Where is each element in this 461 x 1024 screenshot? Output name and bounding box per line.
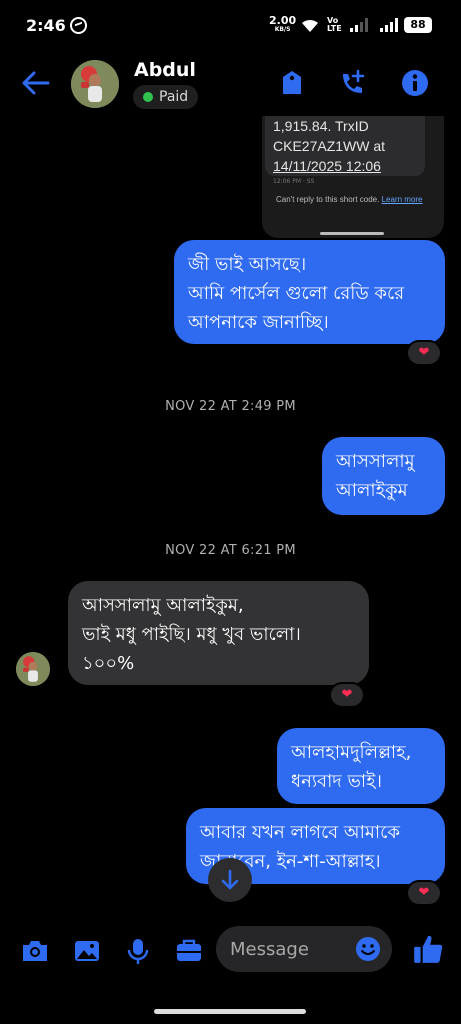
heart-reaction-icon[interactable]: ❤ (406, 340, 442, 366)
status-time: 2:46 (26, 16, 66, 35)
message-composer (0, 920, 461, 982)
sms-reply-note: Can't reply to this short code. Learn mo… (276, 195, 423, 204)
back-arrow-icon[interactable] (20, 69, 52, 97)
scroll-to-bottom-button[interactable] (208, 858, 252, 902)
home-indicator[interactable] (154, 1009, 306, 1014)
battery-indicator: 88 (404, 17, 432, 33)
camera-icon[interactable] (20, 936, 50, 966)
volte-indicator: Vo LTE (327, 16, 342, 33)
outgoing-message[interactable]: জী ভাই আসছে। আমি পার্সেল গুলো রেডি করে আ… (174, 240, 445, 344)
label-tag-icon[interactable] (277, 68, 307, 98)
info-icon[interactable] (400, 68, 430, 98)
paid-status-badge[interactable]: Paid (133, 85, 199, 109)
briefcase-icon[interactable] (174, 936, 204, 966)
thumbs-up-icon[interactable] (412, 932, 444, 966)
outgoing-message[interactable]: আলহামদুলিল্লাহ, ধন্যবাদ ভাই। (277, 728, 445, 804)
gallery-icon[interactable] (72, 936, 102, 966)
contact-avatar[interactable] (71, 60, 119, 108)
avatar-photo (16, 652, 50, 686)
add-call-icon[interactable] (338, 68, 368, 98)
outgoing-message[interactable]: আসসালামু আলাইকুম (322, 437, 445, 515)
arrow-down-icon (221, 869, 239, 890)
signal-strength-sim2-icon (380, 18, 398, 32)
message-timestamp: NOV 22 AT 2:49 PM (165, 399, 296, 414)
message-timestamp: NOV 22 AT 6:21 PM (165, 543, 296, 558)
incoming-message[interactable]: আসসালামু আলাইকুম, ভাই মধু পাইছি। মধু খুব… (68, 581, 369, 685)
shared-screenshot-image[interactable]: 1,915.84. TrxID CKE27AZ1WW at 14/11/2025… (262, 116, 444, 238)
sms-time: 12:06 PM · SS (273, 178, 315, 185)
heart-reaction-icon[interactable]: ❤ (406, 880, 442, 906)
emoji-icon[interactable] (355, 936, 381, 962)
contact-name[interactable]: Abdul (134, 59, 196, 81)
sms-screenshot-bubble: 1,915.84. TrxID CKE27AZ1WW at 14/11/2025… (265, 116, 425, 176)
status-dot (143, 92, 153, 102)
screenshot-nav-bar (320, 232, 384, 235)
signal-strength-sim1-icon (350, 18, 368, 32)
messenger-notification-icon (70, 17, 87, 34)
message-input[interactable] (230, 926, 350, 972)
avatar-photo (71, 60, 119, 108)
network-speed: 2.00 KB/S (269, 14, 297, 33)
heart-reaction-icon[interactable]: ❤ (329, 682, 365, 708)
status-bar: 2:46 2.00 KB/S Vo LTE 88 (0, 0, 461, 52)
sms-text: 1,915.84. TrxID CKE27AZ1WW at 14/11/2025… (273, 118, 386, 174)
message-input-container[interactable] (216, 926, 392, 972)
sender-avatar[interactable] (16, 652, 50, 686)
message-list[interactable]: 1,915.84. TrxID CKE27AZ1WW at 14/11/2025… (0, 116, 461, 920)
microphone-icon[interactable] (123, 936, 153, 966)
conversation-header: Abdul Paid (0, 52, 461, 116)
wifi-icon (302, 19, 318, 32)
